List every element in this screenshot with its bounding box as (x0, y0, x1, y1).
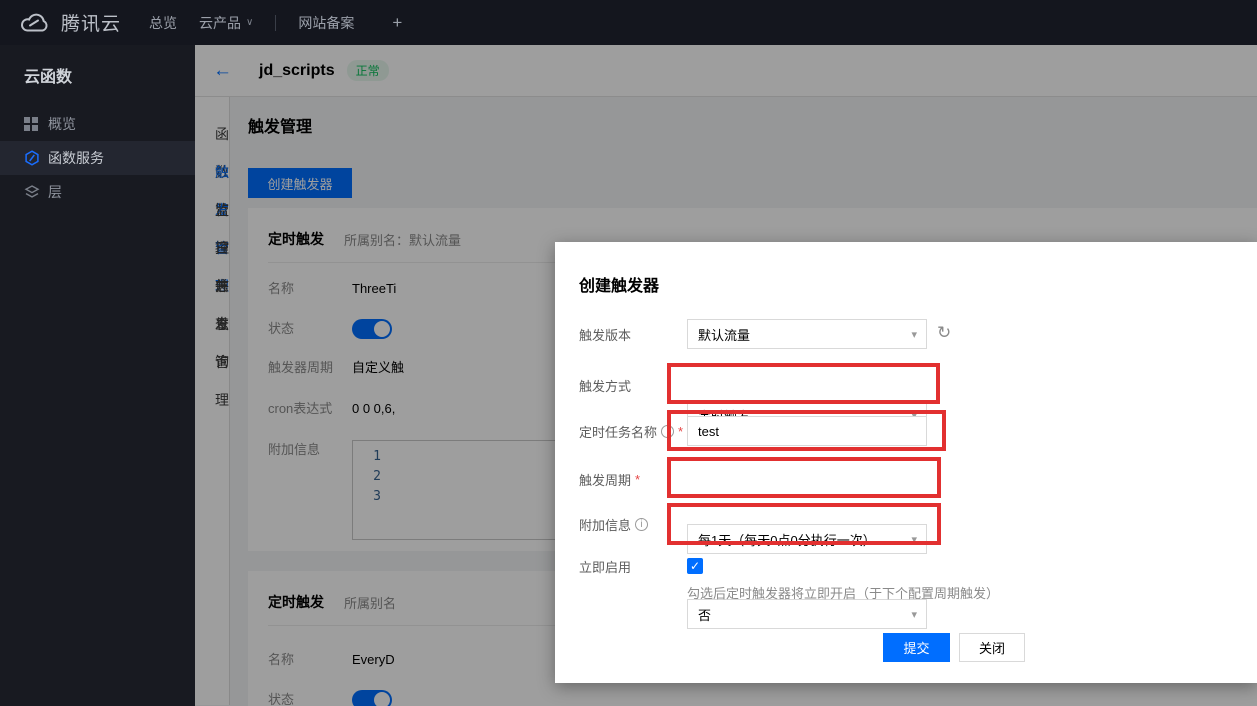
grid-icon (24, 117, 40, 131)
version-label: 触发版本 (579, 319, 631, 349)
create-trigger-dialog: 创建触发器 触发版本 默认流量 ▾ ↻ 触发方式 定时触发 ▾ 定时任务名称 i… (555, 242, 1257, 683)
nav-cloud-products-label: 云产品 (199, 13, 241, 33)
layers-icon (24, 184, 40, 200)
caret-down-icon: ▾ (911, 533, 917, 546)
nav-cloud-products[interactable]: 云产品 ∨ (199, 13, 253, 33)
sidebar-item-label: 概览 (48, 114, 76, 134)
task-name-label: 定时任务名称 i * (579, 416, 683, 446)
extra-info-label: 附加信息 i (579, 509, 648, 539)
sidebar-item-overview[interactable]: 概览 (0, 107, 195, 141)
screen: 腾讯云 总览 云产品 ∨ 网站备案 + 云函数 概览 函数服务 (0, 0, 1257, 706)
trigger-period-label: 触发周期 * (579, 464, 640, 494)
version-select[interactable]: 默认流量 ▾ (687, 319, 927, 349)
close-button[interactable]: 关闭 (959, 633, 1025, 662)
caret-down-icon: ▾ (911, 328, 917, 341)
submit-button[interactable]: 提交 (883, 633, 950, 662)
sidebar-item-label: 函数服务 (48, 148, 104, 168)
function-hexagon-icon (24, 150, 40, 166)
extra-info-value: 否 (698, 605, 711, 624)
enable-now-checkbox[interactable]: ✓ (687, 558, 703, 574)
required-asterisk: * (678, 424, 683, 439)
chevron-down-icon: ∨ (246, 17, 253, 28)
logo-text: 腾讯云 (61, 9, 121, 36)
caret-down-icon: ▾ (911, 608, 917, 621)
check-icon: ✓ (690, 559, 700, 573)
extra-info-select[interactable]: 否 ▾ (687, 599, 927, 629)
add-tab-plus-icon[interactable]: + (392, 13, 402, 33)
task-name-input[interactable] (687, 416, 927, 446)
trigger-period-value: 每1天（每天0点0分执行一次） (698, 530, 876, 549)
info-icon[interactable]: i (635, 518, 648, 531)
nav-beian[interactable]: 网站备案 (298, 13, 354, 33)
tencent-cloud-logo[interactable]: 腾讯云 (18, 9, 121, 36)
enable-now-label: 立即启用 (579, 551, 631, 581)
dialog-title: 创建触发器 (579, 272, 659, 296)
sidebar-item-function-service[interactable]: 函数服务 (0, 141, 195, 175)
product-sidebar: 云函数 概览 函数服务 层 (0, 45, 195, 706)
version-select-value: 默认流量 (698, 325, 750, 344)
required-asterisk: * (635, 472, 640, 487)
trigger-period-select[interactable]: 每1天（每天0点0分执行一次） ▾ (687, 524, 927, 554)
cloud-logo-icon (18, 12, 52, 34)
nav-divider (275, 15, 276, 31)
sidebar-item-layers[interactable]: 层 (0, 175, 195, 209)
sidebar-title: 云函数 (0, 45, 195, 107)
enable-now-hint: 勾选后定时触发器将立即开启（于下个配置周期触发） (687, 583, 999, 602)
info-icon[interactable]: i (661, 425, 674, 438)
refresh-icon[interactable]: ↻ (937, 323, 951, 343)
sidebar-item-label: 层 (48, 182, 62, 202)
top-nav-bar: 腾讯云 总览 云产品 ∨ 网站备案 + (0, 0, 1257, 45)
nav-overview[interactable]: 总览 (149, 13, 177, 33)
method-label: 触发方式 (579, 370, 631, 400)
